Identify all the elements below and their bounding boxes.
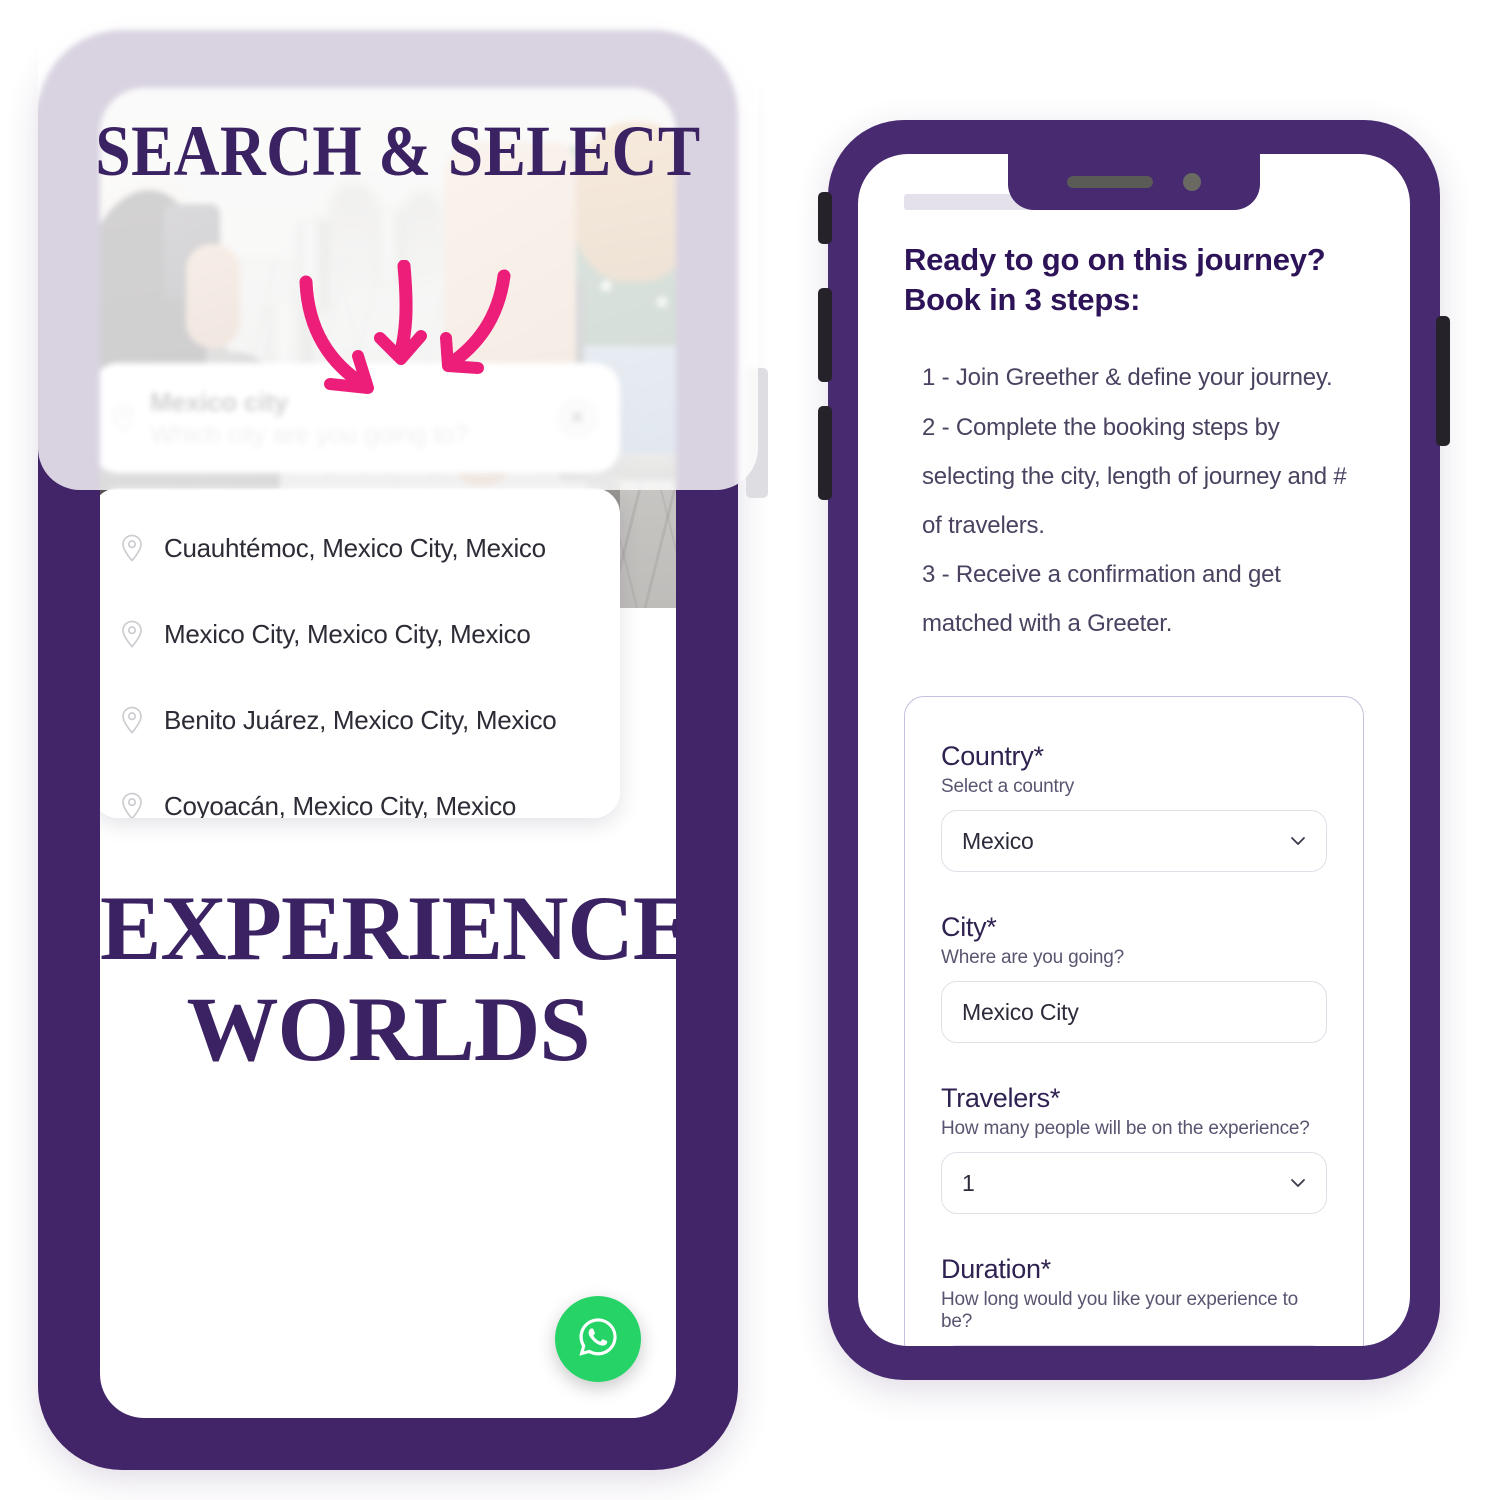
booking-step: 1 - Join Greether & define your journey. [922, 364, 1333, 392]
speaker-grill-icon [1067, 176, 1153, 188]
field-travelers: Travelers* How many people will be on th… [941, 1083, 1327, 1215]
location-pin-icon [120, 620, 146, 650]
field-label: Travelers* [941, 1083, 1061, 1114]
field-label: City* [941, 912, 997, 943]
screenshot-stage: n EXPERIENCED WORLDS Mexico city Which c… [0, 0, 1500, 1500]
field-hint: How many people will be on the experienc… [941, 1118, 1310, 1140]
duration-select[interactable]: 2.5 hours [941, 1345, 1327, 1346]
overlay-callout-card: SEARCH & SELECT [38, 10, 758, 490]
travelers-select[interactable]: 1 [941, 1152, 1327, 1215]
phone-power-button[interactable] [1436, 316, 1450, 446]
list-item-label: Coyoacán, Mexico City, Mexico [164, 791, 517, 818]
field-hint: How long would you like your experience … [941, 1289, 1299, 1333]
booking-step: 3 - Receive a confirmation and get match… [922, 561, 1281, 638]
city-suggestions-panel[interactable]: Cuauhtémoc, Mexico City, Mexico Mexico C… [100, 488, 620, 818]
field-label: Duration* [941, 1254, 1051, 1285]
right-phone-screen: Ready to go on this journey? Book in 3 s… [858, 154, 1410, 1346]
field-duration: Duration* How long would you like your e… [941, 1254, 1327, 1346]
booking-page-content: Ready to go on this journey? Book in 3 s… [858, 154, 1410, 1346]
page-title: SEARCH & SELECT [95, 111, 701, 191]
field-country: Country* Select a country Mexico [941, 741, 1327, 873]
travelers-select-value: 1 [962, 1169, 975, 1196]
chevron-down-icon [1288, 1173, 1308, 1193]
booking-steps-list: 1 - Join Greether & define your journey.… [904, 353, 1364, 648]
phone-notch [1008, 154, 1260, 210]
field-label: Country* [941, 741, 1044, 772]
whatsapp-icon [572, 1311, 624, 1368]
booking-form-card: Country* Select a country Mexico City* W… [904, 696, 1364, 1346]
city-input-value: Mexico City [962, 998, 1079, 1025]
city-input[interactable]: Mexico City [941, 981, 1327, 1044]
country-select-value: Mexico [962, 827, 1034, 854]
list-item[interactable]: Mexico City, Mexico City, Mexico [100, 612, 620, 658]
phone-volume-down-button[interactable] [818, 406, 832, 500]
right-phone-frame: Ready to go on this journey? Book in 3 s… [818, 120, 1450, 1380]
booking-step: 2 - Complete the booking steps by select… [922, 413, 1347, 539]
list-item[interactable]: Cuauhtémoc, Mexico City, Mexico [100, 526, 620, 572]
field-hint: Where are you going? [941, 947, 1124, 969]
list-item-label: Cuauhtémoc, Mexico City, Mexico [164, 533, 546, 564]
phone-volume-up-button[interactable] [818, 288, 832, 382]
phone-mute-button[interactable] [818, 192, 832, 244]
location-pin-icon [120, 534, 146, 564]
country-select[interactable]: Mexico [941, 810, 1327, 873]
list-item-label: Mexico City, Mexico City, Mexico [164, 619, 531, 650]
background-heading: EXPERIENCED WORLDS [100, 877, 676, 1081]
location-pin-icon [120, 792, 146, 818]
pink-arrows-group [288, 259, 588, 420]
chevron-down-icon [1288, 831, 1308, 851]
field-hint: Select a country [941, 776, 1075, 798]
list-item-label: Benito Juárez, Mexico City, Mexico [164, 705, 557, 736]
booking-title: Ready to go on this journey? Book in 3 s… [904, 242, 1326, 317]
field-city: City* Where are you going? Mexico City [941, 912, 1327, 1044]
whatsapp-button[interactable] [555, 1296, 641, 1382]
list-item[interactable]: Coyoacán, Mexico City, Mexico [100, 784, 620, 818]
location-pin-icon [120, 706, 146, 736]
front-camera-icon [1183, 173, 1201, 191]
list-item[interactable]: Benito Juárez, Mexico City, Mexico [100, 698, 620, 744]
